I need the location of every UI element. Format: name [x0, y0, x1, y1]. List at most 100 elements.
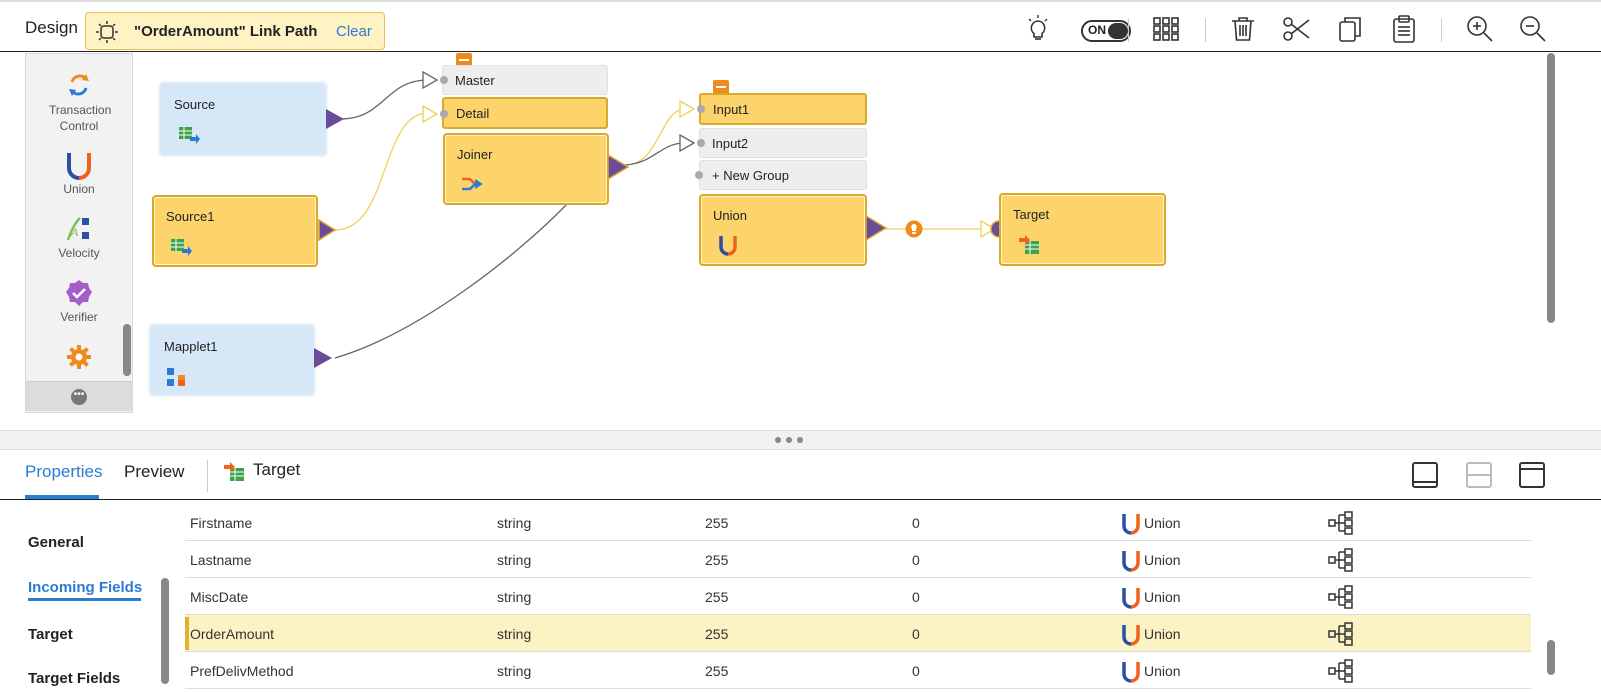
target-icon	[224, 462, 244, 481]
joiner-icon	[462, 177, 483, 191]
field-origin: Union	[1144, 663, 1181, 679]
active-tab-indicator	[25, 495, 99, 499]
input2-port[interactable]	[679, 134, 707, 152]
nav-scrollbar[interactable]	[161, 578, 169, 684]
palette-item-label: Verifier	[60, 310, 98, 324]
union-icon	[64, 150, 94, 180]
incoming-fields-table: Firstname string 255 0 Union Lastname st…	[185, 504, 1531, 692]
source1-node[interactable]: Source1	[152, 195, 318, 267]
field-name: Lastname	[190, 552, 252, 568]
union-group-input2[interactable]: Input2	[699, 128, 867, 158]
target-node[interactable]: Target	[999, 193, 1166, 266]
lineage-icon[interactable]	[1328, 621, 1354, 647]
field-type: string	[497, 663, 532, 679]
paste-icon[interactable]	[1389, 14, 1419, 44]
nav-general[interactable]: General	[28, 534, 84, 551]
field-precision: 255	[705, 626, 729, 642]
palette-item-label: Velocity	[58, 246, 100, 260]
palette-transaction-control[interactable]: Transaction Control	[26, 70, 132, 134]
master-input-port[interactable]	[422, 71, 450, 89]
scissors-icon[interactable]	[1282, 14, 1312, 44]
lineage-icon[interactable]	[1328, 510, 1354, 536]
palette-more-button[interactable]: •••	[26, 381, 132, 411]
table-row[interactable]: Firstname string 255 0 Union	[185, 504, 1531, 541]
dock-bottom-button[interactable]	[1412, 462, 1438, 488]
table-scrollbar[interactable]	[1547, 640, 1555, 675]
zoom-out-icon[interactable]	[1518, 14, 1548, 44]
link-path-chip: "OrderAmount" Link Path Clear	[85, 12, 385, 50]
field-precision: 255	[705, 515, 729, 531]
group-label: Master	[455, 73, 495, 88]
panel-splitter[interactable]	[0, 430, 1601, 450]
lightbulb-icon[interactable]	[1023, 14, 1053, 44]
nav-target-fields[interactable]: Target Fields	[28, 670, 120, 687]
palette-scrollbar[interactable]	[123, 324, 131, 376]
joiner-group-master[interactable]: Master	[442, 65, 608, 95]
table-row[interactable]: Lastname string 255 0 Union	[185, 541, 1531, 578]
clear-link-path-button[interactable]: Clear	[336, 23, 372, 40]
nav-target[interactable]: Target	[28, 626, 73, 643]
joiner-output-port[interactable]	[607, 154, 629, 180]
copy-icon[interactable]	[1335, 14, 1365, 44]
field-type: string	[497, 552, 532, 568]
mapplet-icon	[167, 368, 185, 386]
field-origin: Union	[1144, 552, 1181, 568]
source-icon	[171, 239, 192, 256]
verifier-icon	[64, 278, 94, 308]
union-icon	[719, 236, 737, 256]
field-origin: Union	[1144, 589, 1181, 605]
table-row[interactable]: PrefDelivMethod string 255 0 Union	[185, 652, 1531, 689]
new-group-port	[695, 171, 703, 179]
palette-verifier[interactable]: Verifier	[26, 278, 132, 324]
detail-input-port[interactable]	[422, 105, 450, 123]
group-label: Input2	[712, 136, 749, 151]
transaction-control-icon	[64, 70, 94, 100]
union-icon	[1122, 662, 1140, 683]
palette-gear[interactable]	[26, 342, 132, 374]
split-view-button[interactable]	[1466, 462, 1492, 488]
lineage-icon[interactable]	[1328, 584, 1354, 610]
table-row[interactable]: MiscDate string 255 0 Union	[185, 578, 1531, 615]
field-scale: 0	[912, 552, 920, 568]
source-output-port[interactable]	[326, 109, 344, 129]
union-output-port[interactable]	[865, 215, 887, 241]
palette-union[interactable]: Union	[26, 150, 132, 196]
union-icon	[1122, 551, 1140, 572]
toolbar-divider	[1205, 18, 1206, 42]
field-type: string	[497, 626, 532, 642]
mapplet1-node[interactable]: Mapplet1	[150, 325, 314, 395]
nav-incoming-fields[interactable]: Incoming Fields	[28, 579, 142, 596]
link-rule-icon[interactable]	[905, 220, 923, 238]
lineage-icon[interactable]	[1328, 658, 1354, 684]
table-row[interactable]: OrderAmount string 255 0 Union	[185, 615, 1531, 652]
mapplet1-output-port[interactable]	[314, 348, 332, 368]
zoom-in-icon[interactable]	[1465, 14, 1495, 44]
union-icon	[1122, 588, 1140, 609]
union-new-group-button[interactable]: + New Group	[699, 160, 867, 190]
canvas-scrollbar[interactable]	[1547, 53, 1555, 323]
lineage-icon[interactable]	[1328, 547, 1354, 573]
field-origin: Union	[1144, 515, 1181, 531]
trash-icon[interactable]	[1228, 14, 1258, 44]
velocity-icon: A	[64, 214, 94, 244]
input1-port[interactable]	[679, 100, 707, 118]
lightbulb-toggle[interactable]: ON	[1081, 20, 1131, 42]
transformation-palette: Transaction Control Union A Velocity Ver…	[25, 53, 133, 413]
grid-icon[interactable]	[1151, 14, 1181, 44]
toolbar-divider	[1441, 18, 1442, 42]
mapping-canvas[interactable]: Transaction Control Union A Velocity Ver…	[0, 53, 1601, 438]
tab-properties[interactable]: Properties	[25, 462, 102, 482]
maximize-panel-button[interactable]	[1519, 462, 1545, 488]
field-name: MiscDate	[190, 589, 249, 605]
union-collapse-button[interactable]	[713, 80, 729, 94]
palette-velocity[interactable]: A Velocity	[26, 214, 132, 260]
union-group-input1[interactable]: Input1	[699, 93, 867, 125]
source1-output-port[interactable]	[318, 219, 336, 241]
union-node[interactable]: Union	[699, 194, 867, 266]
tab-preview[interactable]: Preview	[124, 462, 184, 482]
joiner-node[interactable]: Joiner	[443, 133, 609, 205]
group-label: + New Group	[712, 168, 789, 183]
joiner-group-detail[interactable]: Detail	[442, 97, 608, 129]
source-node[interactable]: Source	[160, 83, 326, 155]
field-scale: 0	[912, 589, 920, 605]
